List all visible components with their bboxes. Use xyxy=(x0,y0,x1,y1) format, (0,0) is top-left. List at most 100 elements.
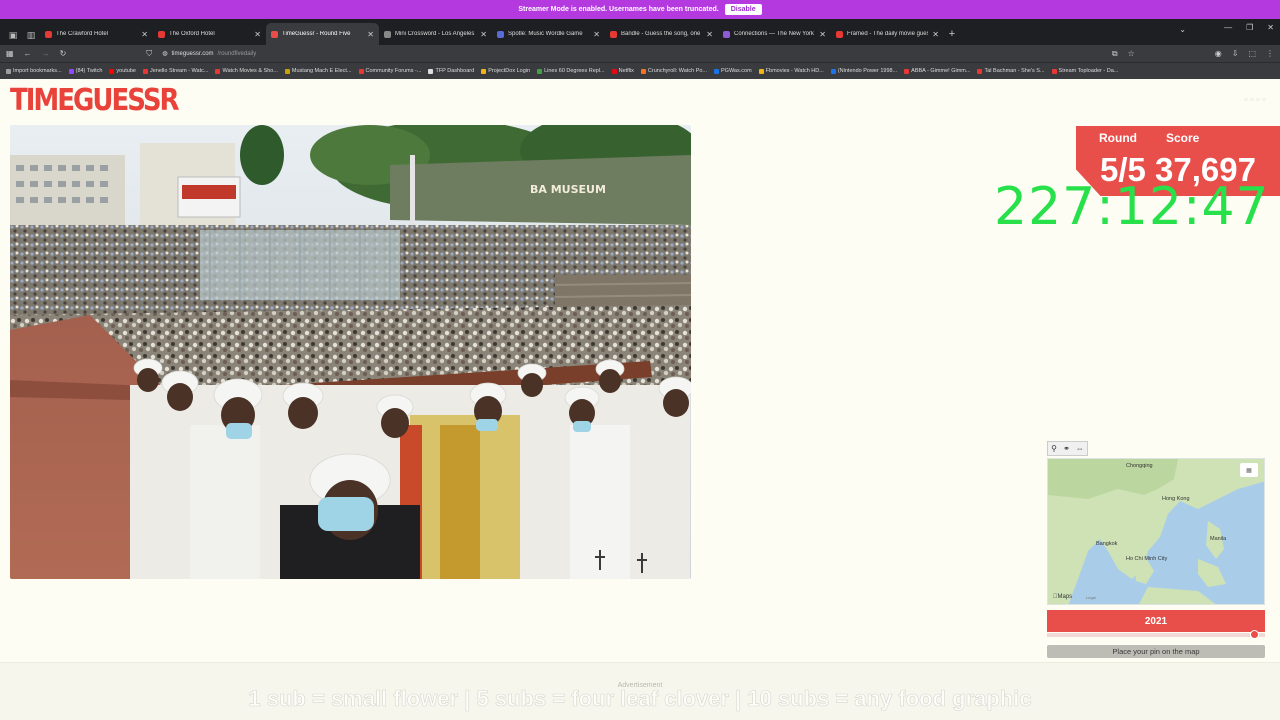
guess-map[interactable]: Chongqing Hong Kong Bangkok Ho Chi Minh … xyxy=(1047,458,1265,605)
bookmark-label: ProjectDox Login xyxy=(488,68,531,74)
bookmark-label: (Nintendo Power 1998... xyxy=(837,68,898,74)
back-icon[interactable]: ← xyxy=(24,49,32,58)
expand-icon[interactable]: ⇔ xyxy=(1076,444,1084,453)
bookmark-label: (84) Twitch xyxy=(75,68,103,74)
close-tab-icon[interactable]: ✕ xyxy=(819,30,826,39)
close-tab-icon[interactable]: ✕ xyxy=(480,30,487,39)
bookmark-item[interactable]: ProjectDox Login xyxy=(481,68,530,74)
map-legal-link[interactable]: Legal xyxy=(1086,595,1096,600)
translate-icon[interactable]: ⧉ xyxy=(1112,49,1118,59)
bookmark-item[interactable]: Tal Bachman - She's S... xyxy=(977,68,1045,74)
bookmark-item[interactable]: PGWas.com xyxy=(714,68,752,74)
bookmark-item[interactable]: Watch Movies & Sho... xyxy=(215,68,278,74)
bookmark-item[interactable]: Mustang Mach E Elect... xyxy=(284,68,352,74)
stream-timer: 227:12:47 xyxy=(994,177,1270,237)
bookmark-favicon-icon xyxy=(714,68,719,74)
downloads-icon[interactable]: ⇩ xyxy=(1232,49,1239,59)
forward-icon[interactable]: → xyxy=(42,49,50,58)
star-icon[interactable]: ☆ xyxy=(1128,49,1135,59)
bookmark-item[interactable]: Stream Toploader - Da... xyxy=(1051,68,1118,74)
browser-tab[interactable]: Connections — The New York T ✕ xyxy=(718,23,831,45)
bookmark-item[interactable]: Lines 60 Degrees Repl... xyxy=(537,68,605,74)
tab-title: The Oxford Hotel xyxy=(169,31,215,37)
browser-tab[interactable]: The Oxford Hotel ✕ xyxy=(153,23,266,45)
maximize-icon[interactable]: ❐ xyxy=(1246,23,1253,32)
new-tab-button[interactable]: + xyxy=(944,23,960,45)
bookmark-item[interactable]: youtube xyxy=(109,68,136,74)
year-slider[interactable] xyxy=(1047,633,1265,637)
bookmark-item[interactable]: ABBA - Gimme! Gimm... xyxy=(904,68,970,74)
bookmark-label: PGWas.com xyxy=(721,68,752,74)
bookmark-favicon-icon xyxy=(481,68,487,74)
browser-tab[interactable]: Bandle - Guess the song, one in ✕ xyxy=(605,23,718,45)
browser-tab[interactable]: Framed - The daily movie gues ✕ xyxy=(831,23,944,45)
menu-icon[interactable]: ⋮ xyxy=(1266,49,1274,59)
map-layers-icon[interactable]: ▦ xyxy=(1240,463,1258,477)
bookmark-label: Community Forums -... xyxy=(365,68,422,74)
pin-icon[interactable]: ⚲ xyxy=(1051,444,1057,453)
bookmark-icon[interactable]: ⛉ xyxy=(146,49,152,59)
map-label-chongqing: Chongqing xyxy=(1126,463,1153,469)
browser-tab[interactable]: The Crawford Hotel ✕ xyxy=(40,23,153,45)
bookmark-item[interactable]: Community Forums -... xyxy=(358,68,422,74)
bookmark-item[interactable]: Crunchyroll: Watch Po... xyxy=(640,68,707,74)
extension-icon[interactable]: ◉ xyxy=(1215,49,1222,59)
tab-favicon-icon xyxy=(158,30,165,38)
tab-favicon-icon xyxy=(723,30,730,38)
close-tab-icon[interactable]: ✕ xyxy=(254,30,261,39)
bookmark-favicon-icon xyxy=(977,68,983,74)
address-bar: ▦ ← → ↻ ⛉ ◍ timeguessr.com/roundfivedail… xyxy=(0,45,1280,62)
bookmark-item[interactable]: TFP Dashboard xyxy=(428,68,474,74)
browser-tab[interactable]: Spotle: Music Wordle Game ✕ xyxy=(492,23,605,45)
close-tab-icon[interactable]: ✕ xyxy=(141,30,148,39)
tab-actions-icon[interactable]: ▣ xyxy=(4,25,22,45)
browser-tab[interactable]: TimeGuessr - Round Five ✕ xyxy=(266,23,379,45)
tab-favicon-icon xyxy=(610,30,617,38)
bookmark-item[interactable]: (84) Twitch xyxy=(68,68,103,74)
bookmark-label: Lines 60 Degrees Repl... xyxy=(544,68,605,74)
minimize-icon[interactable]: — xyxy=(1224,23,1232,32)
bookmark-favicon-icon xyxy=(1051,68,1057,74)
bookmark-label: Fbmovies - Watch HD... xyxy=(765,68,824,74)
bookmark-favicon-icon xyxy=(904,68,910,74)
close-tab-icon[interactable]: ✕ xyxy=(367,30,374,39)
close-tab-icon[interactable]: ✕ xyxy=(932,30,939,39)
bookmark-label: Jenello Stream - Watc... xyxy=(149,68,209,74)
bookmarks-bar: Import bookmarks... (84) Twitch youtube Jen… xyxy=(0,62,1280,79)
tab-title: Framed - The daily movie gues xyxy=(847,31,929,37)
close-window-icon[interactable]: ✕ xyxy=(1267,23,1274,32)
tab-search-icon[interactable]: ⌄ xyxy=(1179,25,1186,34)
map-label-ho-chi-minh-city: Ho Chi Minh City xyxy=(1126,556,1168,562)
bookmark-favicon-icon xyxy=(640,68,646,74)
bookmark-item[interactable]: Jenello Stream - Watc... xyxy=(142,68,209,74)
map-label-manila: Manila xyxy=(1210,536,1227,542)
bookmark-item[interactable]: Netflix xyxy=(611,68,634,74)
timeguessr-logo[interactable]: TIMEGUESSR xyxy=(10,85,180,117)
site-info-icon[interactable]: ◍ xyxy=(162,50,167,57)
bookmark-item[interactable]: (Nintendo Power 1998... xyxy=(830,68,898,74)
close-tab-icon[interactable]: ✕ xyxy=(706,30,713,39)
vertical-tabs-icon[interactable]: ▥ xyxy=(22,25,40,45)
place-pin-button[interactable]: Place your pin on the map xyxy=(1047,645,1265,658)
year-slider-handle[interactable] xyxy=(1249,630,1259,639)
menu-link[interactable]: ≡ ≡ ≡ ≡ xyxy=(1244,97,1266,104)
extensions-puzzle-icon[interactable]: ⬚ xyxy=(1248,49,1256,59)
score-label: Score xyxy=(1166,131,1200,145)
bookmark-label: Netflix xyxy=(618,68,634,74)
sidebar-icon[interactable]: ▦ xyxy=(6,49,14,58)
url-path: /roundfivedaily xyxy=(217,50,257,57)
bookmark-label: ABBA - Gimme! Gimm... xyxy=(911,68,971,74)
zoom-icon[interactable]: ⚭ xyxy=(1063,444,1070,453)
disable-streamer-button[interactable]: Disable xyxy=(724,4,762,15)
bookmark-favicon-icon xyxy=(109,68,115,74)
browser-tab[interactable]: Mini Crossword - Los Angeles T ✕ xyxy=(379,23,492,45)
bookmark-label: Watch Movies & Sho... xyxy=(222,68,278,74)
close-tab-icon[interactable]: ✕ xyxy=(593,30,600,39)
url-host: timeguessr.com xyxy=(171,50,214,57)
reload-icon[interactable]: ↻ xyxy=(60,49,67,58)
bookmark-item[interactable]: Fbmovies - Watch HD... xyxy=(758,68,824,74)
tab-favicon-icon xyxy=(271,30,278,38)
url-field[interactable]: ◍ timeguessr.com/roundfivedaily xyxy=(162,50,257,58)
bookmark-item[interactable]: Import bookmarks... xyxy=(6,68,62,74)
tab-favicon-icon xyxy=(497,30,504,38)
